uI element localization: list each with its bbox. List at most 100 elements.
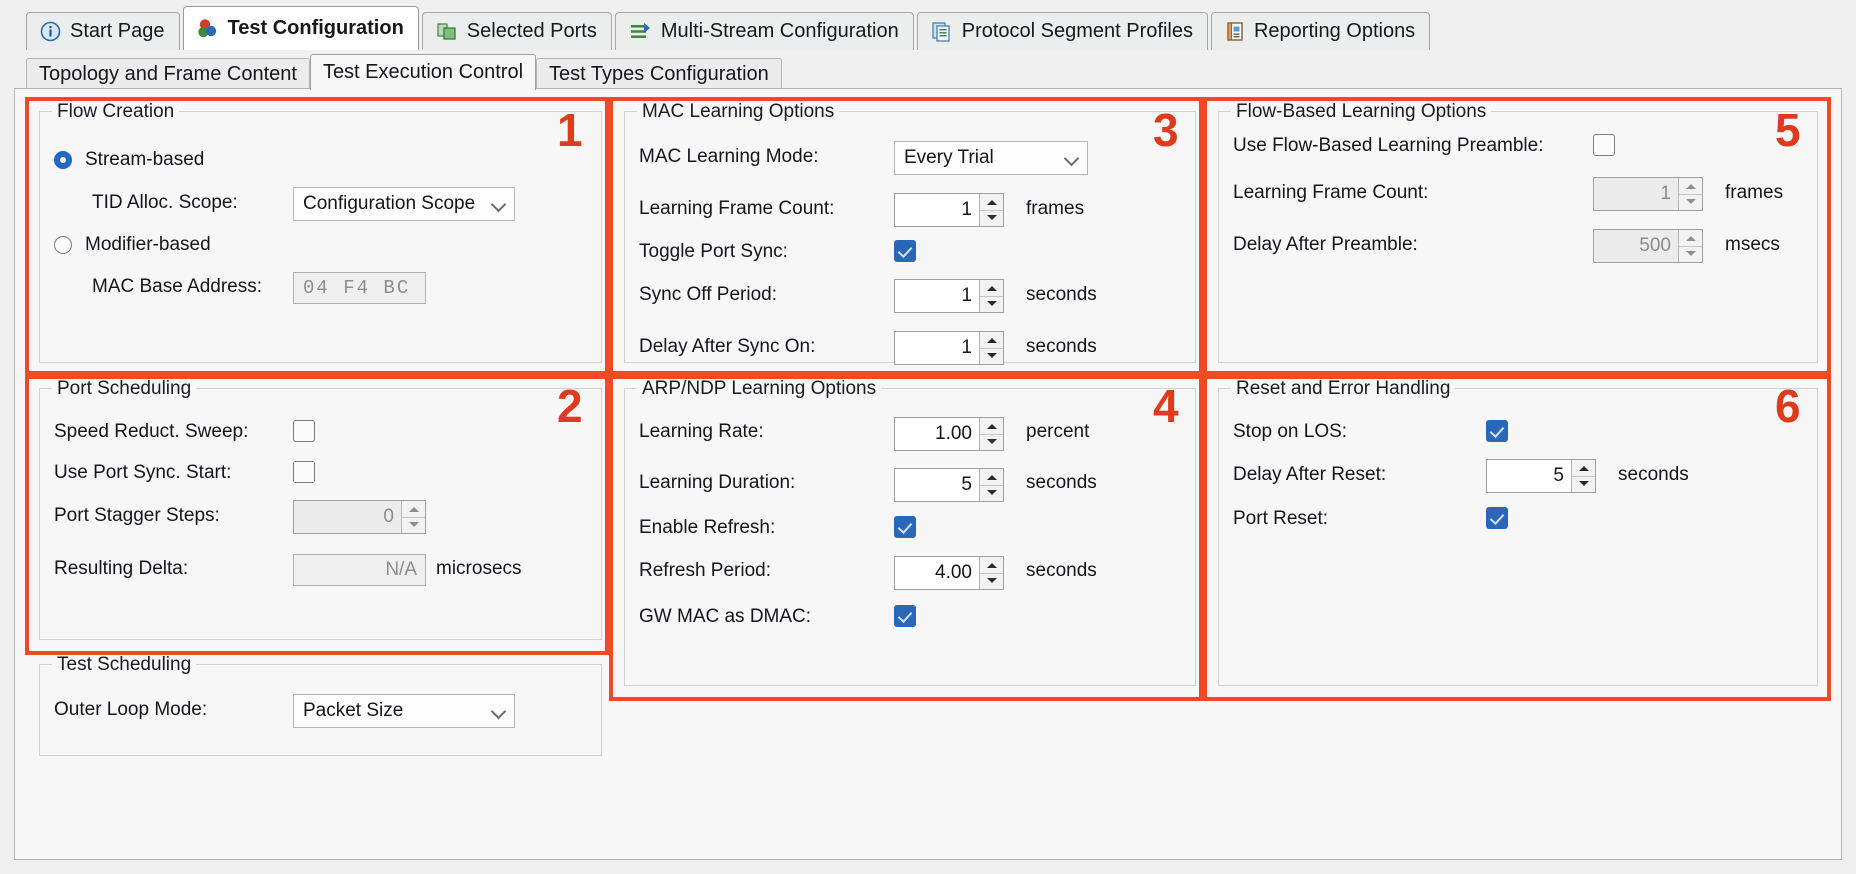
stop-on-los-checkbox[interactable] bbox=[1486, 420, 1508, 442]
spinner-down-icon[interactable] bbox=[980, 486, 1003, 502]
spinner-down-icon[interactable] bbox=[1679, 195, 1702, 211]
row-outer-loop-mode: Outer Loop Mode: bbox=[54, 699, 207, 721]
spinner-buttons[interactable] bbox=[979, 469, 1003, 501]
spinner-up-icon[interactable] bbox=[1679, 178, 1702, 195]
delay-after-reset-label: Delay After Reset: bbox=[1233, 464, 1387, 485]
tab-selected-ports[interactable]: Selected Ports bbox=[421, 12, 612, 50]
subtab-topology-and-frame-content[interactable]: Topology and Frame Content bbox=[26, 58, 310, 90]
speed-reduct-sweep-checkbox[interactable] bbox=[293, 420, 315, 442]
spinner-up-icon[interactable] bbox=[980, 557, 1003, 574]
mac-learning-mode-combo[interactable]: Every Trial bbox=[894, 141, 1088, 175]
use-port-sync-start-checkbox[interactable] bbox=[293, 461, 315, 483]
gw-mac-as-dmac-checkbox[interactable] bbox=[894, 605, 916, 627]
spinner-up-icon[interactable] bbox=[980, 332, 1003, 349]
annotation-number-5: 5 bbox=[1775, 104, 1801, 156]
row-stop-on-los: Stop on LOS: bbox=[1233, 421, 1347, 443]
subtab-test-execution-control[interactable]: Test Execution Control bbox=[309, 54, 537, 90]
row-delay-after-sync-on: Delay After Sync On: bbox=[639, 336, 815, 358]
mac-learning-mode-label: MAC Learning Mode: bbox=[639, 146, 819, 167]
row-toggle-port-sync: Toggle Port Sync: bbox=[639, 241, 788, 263]
spinner-up-icon[interactable] bbox=[980, 469, 1003, 486]
enable-refresh-label: Enable Refresh: bbox=[639, 517, 776, 538]
row-modifier-based[interactable]: Modifier-based bbox=[54, 234, 211, 256]
spinner-buttons[interactable] bbox=[979, 194, 1003, 226]
row-refresh-period: Refresh Period: bbox=[639, 560, 771, 582]
spinner-down-icon[interactable] bbox=[980, 349, 1003, 365]
annotation-number-2: 2 bbox=[557, 380, 583, 432]
group-legend: ARP/NDP Learning Options bbox=[637, 378, 882, 400]
row-stream-based[interactable]: Stream-based bbox=[54, 149, 204, 171]
row-gw-mac-as-dmac: GW MAC as DMAC: bbox=[639, 606, 811, 628]
radio-modifier-based[interactable] bbox=[54, 236, 72, 254]
learning-duration-label: Learning Duration: bbox=[639, 472, 796, 493]
group-test-scheduling: Test Scheduling Outer Loop Mode: Packet … bbox=[39, 654, 602, 756]
toggle-port-sync-checkbox[interactable] bbox=[894, 240, 916, 262]
learning-rate-spinner[interactable]: 1.00 bbox=[894, 417, 1004, 451]
radio-label: Stream-based bbox=[85, 149, 205, 170]
tid-alloc-scope-combo[interactable]: Configuration Scope bbox=[293, 187, 515, 221]
spinner-value: 500 bbox=[1639, 235, 1671, 256]
tab-start-page[interactable]: Start Page bbox=[26, 12, 180, 50]
spinner-buttons[interactable] bbox=[1678, 230, 1702, 262]
spinner-buttons[interactable] bbox=[979, 557, 1003, 589]
spinner-down-icon[interactable] bbox=[1679, 247, 1702, 263]
tab-reporting-options[interactable]: Reporting Options bbox=[1210, 12, 1431, 50]
reporting-icon bbox=[1227, 22, 1243, 41]
spinner-down-icon[interactable] bbox=[1572, 477, 1595, 493]
spinner-value: 1 bbox=[961, 285, 972, 306]
use-flow-based-learning-preamble-checkbox[interactable] bbox=[1593, 134, 1615, 156]
combo-value: Every Trial bbox=[904, 147, 994, 168]
tab-label: Multi-Stream Configuration bbox=[660, 20, 899, 42]
tab-multi-stream-configuration[interactable]: Multi-Stream Configuration bbox=[614, 12, 914, 50]
spinner-down-icon[interactable] bbox=[980, 297, 1003, 313]
spinner-up-icon[interactable] bbox=[1572, 460, 1595, 477]
port-stagger-steps-spinner[interactable]: 0 bbox=[293, 500, 426, 534]
learning-frame-count-label: Learning Frame Count: bbox=[1233, 182, 1429, 203]
outer-loop-mode-label: Outer Loop Mode: bbox=[54, 699, 208, 720]
spinner-down-icon[interactable] bbox=[980, 435, 1003, 451]
spinner-buttons[interactable] bbox=[979, 280, 1003, 312]
spinner-buttons[interactable] bbox=[979, 332, 1003, 364]
spinner-up-icon[interactable] bbox=[980, 194, 1003, 211]
flow-learning-frame-count-spinner[interactable]: 1 bbox=[1593, 177, 1703, 211]
spinner-buttons[interactable] bbox=[1571, 460, 1595, 492]
enable-refresh-checkbox[interactable] bbox=[894, 516, 916, 538]
spinner-down-icon[interactable] bbox=[980, 211, 1003, 227]
spinner-down-icon[interactable] bbox=[402, 518, 425, 534]
spinner-up-icon[interactable] bbox=[1679, 230, 1702, 247]
radio-stream-based[interactable] bbox=[54, 151, 72, 169]
learning-duration-spinner[interactable]: 5 bbox=[894, 468, 1004, 502]
delay-after-sync-on-spinner[interactable]: 1 bbox=[894, 331, 1004, 365]
delay-after-preamble-spinner[interactable]: 500 bbox=[1593, 229, 1703, 263]
delay-after-reset-spinner[interactable]: 5 bbox=[1486, 459, 1596, 493]
spinner-down-icon[interactable] bbox=[980, 574, 1003, 590]
sync-off-period-spinner[interactable]: 1 bbox=[894, 279, 1004, 313]
tab-test-configuration[interactable]: Test Configuration bbox=[182, 6, 419, 50]
group-legend: Port Scheduling bbox=[52, 378, 197, 400]
tab-label: Start Page bbox=[70, 20, 165, 42]
port-reset-label: Port Reset: bbox=[1233, 508, 1329, 529]
learning-rate-unit: percent bbox=[1026, 421, 1090, 442]
field-value: N/A bbox=[385, 559, 417, 580]
spinner-value: 0 bbox=[383, 506, 394, 527]
spinner-up-icon[interactable] bbox=[980, 418, 1003, 435]
port-reset-checkbox[interactable] bbox=[1486, 507, 1508, 529]
tab-protocol-segment-profiles[interactable]: Protocol Segment Profiles bbox=[916, 12, 1208, 50]
refresh-period-spinner[interactable]: 4.00 bbox=[894, 556, 1004, 590]
annotation-number-3: 3 bbox=[1153, 104, 1179, 156]
row-sync-off-period: Sync Off Period: bbox=[639, 284, 777, 306]
group-reset-and-error-handling: Reset and Error Handling Stop on LOS: De… bbox=[1218, 378, 1818, 686]
row-learning-frame-count: Learning Frame Count: bbox=[1233, 182, 1428, 204]
learning-duration-unit: seconds bbox=[1026, 472, 1097, 493]
spinner-buttons[interactable] bbox=[979, 418, 1003, 450]
subtab-test-types-configuration[interactable]: Test Types Configuration bbox=[536, 58, 782, 90]
spinner-buttons[interactable] bbox=[401, 501, 425, 533]
outer-loop-mode-combo[interactable]: Packet Size bbox=[293, 694, 515, 728]
mac-base-address-field[interactable]: 04 F4 BC bbox=[293, 272, 426, 304]
spinner-up-icon[interactable] bbox=[402, 501, 425, 518]
learning-frame-count-spinner[interactable]: 1 bbox=[894, 193, 1004, 227]
learning-frame-count-label: Learning Frame Count: bbox=[639, 198, 835, 219]
spinner-buttons[interactable] bbox=[1678, 178, 1702, 210]
group-legend: Flow Creation bbox=[52, 101, 180, 123]
spinner-up-icon[interactable] bbox=[980, 280, 1003, 297]
